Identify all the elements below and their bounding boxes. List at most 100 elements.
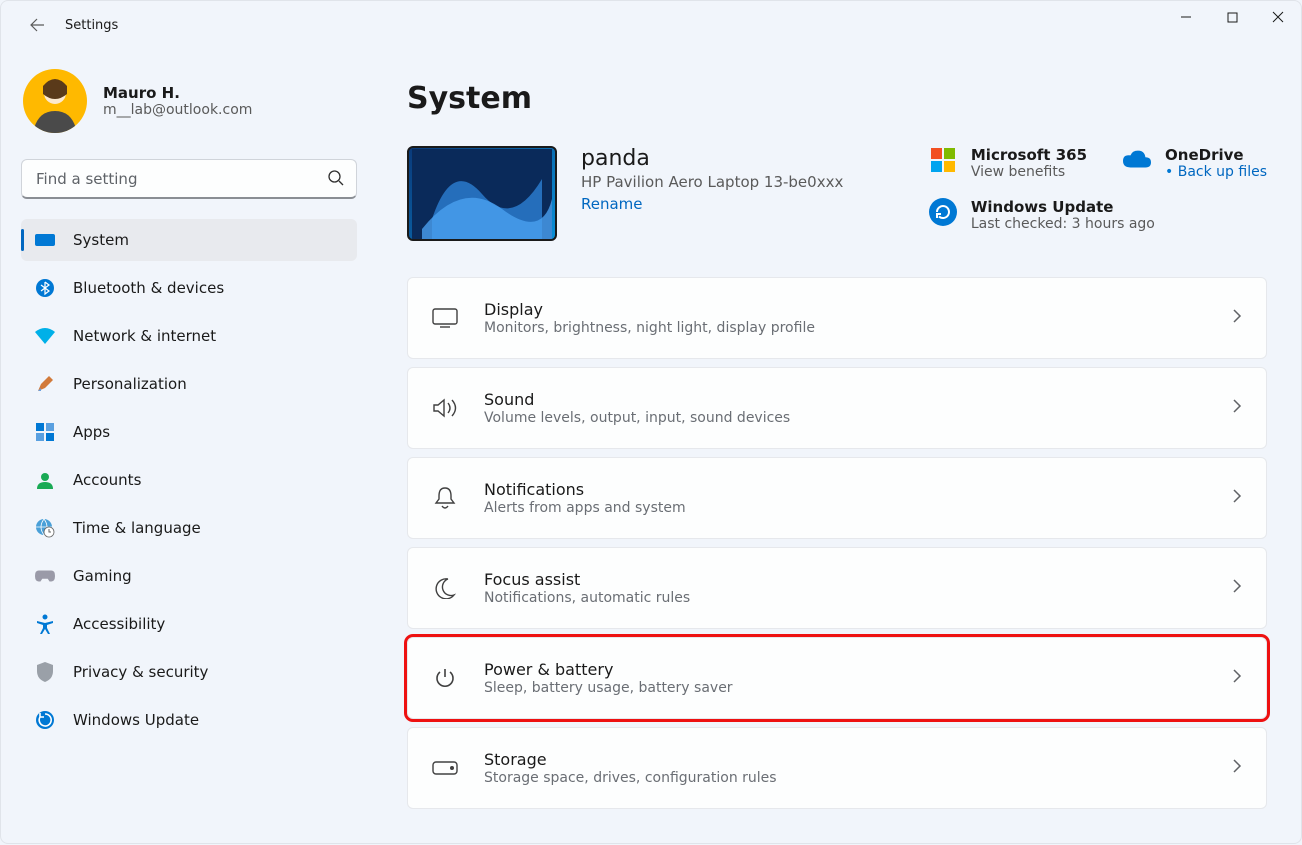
apps-icon [35, 422, 55, 442]
card-title: OneDrive [1165, 146, 1267, 164]
nav-label: Accessibility [73, 615, 165, 633]
row-storage[interactable]: Storage Storage space, drives, configura… [407, 727, 1267, 809]
nav-label: Gaming [73, 567, 132, 585]
display-icon [432, 305, 458, 331]
chevron-right-icon [1232, 488, 1242, 508]
card-sub: Back up files [1165, 164, 1267, 180]
refresh-icon [929, 198, 957, 226]
gamepad-icon [35, 566, 55, 586]
wifi-icon [35, 326, 55, 346]
nav-item-update[interactable]: Windows Update [21, 699, 357, 741]
row-sound[interactable]: Sound Volume levels, output, input, soun… [407, 367, 1267, 449]
nav-label: Personalization [73, 375, 187, 393]
nav-item-system[interactable]: System [21, 219, 357, 261]
nav-item-accessibility[interactable]: Accessibility [21, 603, 357, 645]
main-content: System panda HP Pavilion Aero Laptop 13-… [377, 49, 1301, 845]
card-onedrive[interactable]: OneDrive Back up files [1123, 146, 1267, 180]
system-icon [35, 230, 55, 250]
chevron-right-icon [1232, 668, 1242, 688]
device-name: panda [581, 146, 843, 171]
accessibility-icon [35, 614, 55, 634]
row-power-battery[interactable]: Power & battery Sleep, battery usage, ba… [407, 637, 1267, 719]
page-title: System [407, 81, 1267, 116]
header-cards: Microsoft 365 View benefits OneDrive Bac… [929, 146, 1267, 232]
update-icon [35, 710, 55, 730]
row-title: Power & battery [484, 660, 1206, 679]
microsoft-logo-icon [929, 146, 957, 174]
card-title: Windows Update [971, 198, 1155, 216]
card-sub: View benefits [971, 164, 1087, 180]
nav-item-bluetooth[interactable]: Bluetooth & devices [21, 267, 357, 309]
card-sub: Last checked: 3 hours ago [971, 216, 1155, 232]
nav-label: Network & internet [73, 327, 216, 345]
storage-icon [432, 755, 458, 781]
header-row: panda HP Pavilion Aero Laptop 13-be0xxx … [407, 146, 1267, 241]
device-info: panda HP Pavilion Aero Laptop 13-be0xxx … [581, 146, 843, 213]
onedrive-icon [1123, 146, 1151, 174]
search-box [21, 159, 357, 199]
nav-item-network[interactable]: Network & internet [21, 315, 357, 357]
nav-label: Windows Update [73, 711, 199, 729]
nav-item-accounts[interactable]: Accounts [21, 459, 357, 501]
titlebar: Settings [1, 1, 1301, 49]
row-display[interactable]: Display Monitors, brightness, night ligh… [407, 277, 1267, 359]
nav-label: Privacy & security [73, 663, 208, 681]
nav-label: Time & language [73, 519, 201, 537]
sound-icon [432, 395, 458, 421]
row-sub: Monitors, brightness, night light, displ… [484, 320, 1206, 336]
bluetooth-icon [35, 278, 55, 298]
search-input[interactable] [21, 159, 357, 199]
paintbrush-icon [35, 374, 55, 394]
nav-label: Apps [73, 423, 110, 441]
search-icon [327, 169, 345, 191]
row-title: Storage [484, 750, 1206, 769]
nav-item-personalization[interactable]: Personalization [21, 363, 357, 405]
nav-item-gaming[interactable]: Gaming [21, 555, 357, 597]
settings-window: Settings Mauro H. m__lab@outlook.com [0, 0, 1302, 844]
back-button[interactable] [19, 7, 55, 43]
window-controls [1163, 1, 1301, 33]
moon-icon [432, 575, 458, 601]
profile-email: m__lab@outlook.com [103, 102, 252, 118]
row-sub: Volume levels, output, input, sound devi… [484, 410, 1206, 426]
chevron-right-icon [1232, 578, 1242, 598]
card-title: Microsoft 365 [971, 146, 1087, 164]
app-title: Settings [65, 18, 118, 33]
card-windows-update[interactable]: Windows Update Last checked: 3 hours ago [929, 198, 1267, 232]
row-focus-assist[interactable]: Focus assist Notifications, automatic ru… [407, 547, 1267, 629]
desktop-thumbnail[interactable] [407, 146, 557, 241]
close-button[interactable] [1255, 1, 1301, 33]
sidebar: Mauro H. m__lab@outlook.com System Bluet… [1, 49, 377, 845]
nav-item-time[interactable]: Time & language [21, 507, 357, 549]
row-title: Notifications [484, 480, 1206, 499]
nav-label: Accounts [73, 471, 141, 489]
maximize-button[interactable] [1209, 1, 1255, 33]
back-arrow-icon [29, 17, 45, 33]
card-microsoft-365[interactable]: Microsoft 365 View benefits [929, 146, 1087, 180]
nav-item-apps[interactable]: Apps [21, 411, 357, 453]
shield-icon [35, 662, 55, 682]
avatar [23, 69, 87, 133]
row-title: Focus assist [484, 570, 1206, 589]
row-sub: Sleep, battery usage, battery saver [484, 680, 1206, 696]
profile-name: Mauro H. [103, 84, 252, 102]
nav-item-privacy[interactable]: Privacy & security [21, 651, 357, 693]
minimize-button[interactable] [1163, 1, 1209, 33]
settings-rows: Display Monitors, brightness, night ligh… [407, 277, 1267, 809]
rename-link[interactable]: Rename [581, 195, 843, 213]
nav-label: Bluetooth & devices [73, 279, 224, 297]
chevron-right-icon [1232, 308, 1242, 328]
chevron-right-icon [1232, 758, 1242, 778]
nav-label: System [73, 231, 129, 249]
bell-icon [432, 485, 458, 511]
row-title: Sound [484, 390, 1206, 409]
row-sub: Alerts from apps and system [484, 500, 1206, 516]
power-icon [432, 665, 458, 691]
row-sub: Storage space, drives, configuration rul… [484, 770, 1206, 786]
person-icon [35, 470, 55, 490]
chevron-right-icon [1232, 398, 1242, 418]
row-notifications[interactable]: Notifications Alerts from apps and syste… [407, 457, 1267, 539]
nav-list: System Bluetooth & devices Network & int… [21, 219, 357, 741]
profile-block[interactable]: Mauro H. m__lab@outlook.com [23, 69, 357, 133]
globe-clock-icon [35, 518, 55, 538]
